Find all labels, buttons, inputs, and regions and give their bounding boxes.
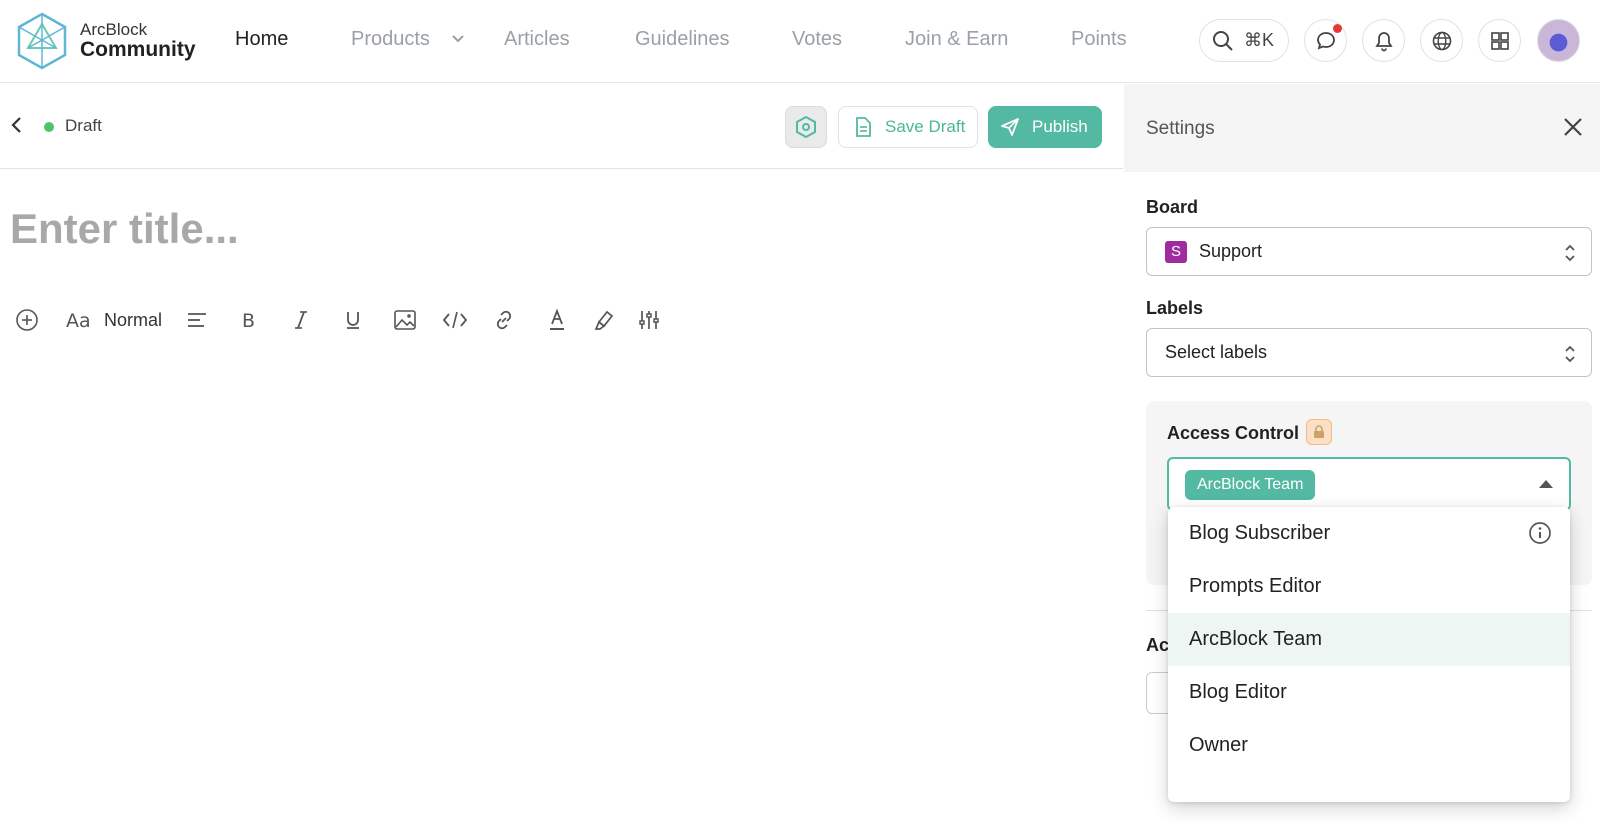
- messages-button[interactable]: [1304, 19, 1347, 62]
- access-control-title: Access Control: [1167, 423, 1300, 443]
- lock-icon: [1306, 419, 1332, 445]
- avatar[interactable]: [1537, 19, 1580, 62]
- italic-icon[interactable]: [288, 307, 314, 333]
- caret-up-icon[interactable]: [1539, 480, 1553, 488]
- selected-role-chip[interactable]: ArcBlock Team: [1185, 470, 1316, 500]
- bell-icon: [1374, 31, 1393, 51]
- settings-toggle-button[interactable]: [785, 106, 827, 148]
- search-icon: [1213, 30, 1233, 51]
- apps-button[interactable]: [1478, 19, 1521, 62]
- back-arrow-icon[interactable]: [8, 114, 26, 136]
- nav-item-join-earn[interactable]: Join & Earn: [905, 28, 1008, 51]
- dropdown-option[interactable]: Owner: [1168, 719, 1570, 772]
- svg-text:B: B: [242, 310, 255, 331]
- labels-placeholder: Select labels: [1165, 342, 1268, 362]
- notifications-button[interactable]: [1362, 19, 1405, 62]
- save-draft-button[interactable]: Save Draft: [838, 106, 978, 148]
- section-label-partial: Ac: [1146, 635, 1170, 655]
- link-icon[interactable]: [491, 307, 517, 333]
- search-shortcut: ⌘K: [1244, 30, 1275, 50]
- grid-icon: [1490, 31, 1509, 50]
- board-value: Support: [1199, 241, 1263, 261]
- code-icon[interactable]: [442, 307, 468, 333]
- board-label: Board: [1146, 197, 1199, 217]
- underline-icon[interactable]: [340, 307, 366, 333]
- search-button[interactable]: ⌘K: [1199, 19, 1289, 62]
- chevron-down-icon[interactable]: [451, 32, 465, 46]
- settings-header: Settings: [1124, 84, 1600, 172]
- logo-text-top: ArcBlock: [80, 20, 148, 40]
- logo[interactable]: ArcBlock Community: [16, 12, 196, 70]
- dropdown-option[interactable]: Prompts Editor: [1168, 560, 1570, 613]
- updown-chevron-icon: [1565, 244, 1575, 262]
- globe-icon: [1432, 31, 1451, 50]
- top-navigation: ArcBlock Community Home Products Article…: [0, 0, 1600, 83]
- language-button[interactable]: [1420, 19, 1463, 62]
- close-icon[interactable]: [1560, 114, 1586, 140]
- editor-header: Draft Save Draft Publish: [0, 84, 1123, 169]
- align-left-icon[interactable]: [184, 307, 210, 333]
- option-label: Owner: [1189, 734, 1248, 756]
- text-style-icon[interactable]: Aa: [66, 307, 94, 333]
- settings-title: Settings: [1146, 118, 1215, 139]
- nav-item-home[interactable]: Home: [235, 28, 288, 51]
- arcblock-logo-icon: [17, 12, 67, 70]
- labels-select[interactable]: Select labels: [1146, 328, 1592, 377]
- bold-icon[interactable]: B: [236, 307, 262, 333]
- labels-label: Labels: [1146, 298, 1204, 318]
- nav-item-votes[interactable]: Votes: [792, 28, 842, 51]
- text-style-select[interactable]: Normal: [104, 310, 162, 331]
- board-badge: S: [1165, 240, 1187, 263]
- title-input[interactable]: Enter title...: [10, 205, 239, 253]
- board-select[interactable]: S Support: [1146, 227, 1592, 276]
- insert-plus-icon[interactable]: [14, 307, 40, 333]
- option-label: Prompts Editor: [1189, 575, 1322, 597]
- dropdown-option[interactable]: Blog Subscriber: [1168, 507, 1570, 560]
- option-label: Blog Subscriber: [1189, 522, 1331, 544]
- chat-icon: [1316, 31, 1335, 49]
- font-color-icon[interactable]: [544, 307, 570, 333]
- logo-text-bottom: Community: [80, 37, 196, 61]
- highlight-icon[interactable]: [590, 307, 616, 333]
- publish-label: Publish: [1032, 117, 1088, 136]
- send-icon: [1001, 118, 1019, 136]
- image-icon[interactable]: [392, 307, 418, 333]
- status-dot: [44, 122, 54, 132]
- nav-item-products[interactable]: Products: [351, 28, 430, 51]
- dropdown-option-highlighted[interactable]: ArcBlock Team: [1168, 613, 1570, 666]
- role-dropdown-menu: Blog Subscriber Prompts Editor ArcBlock …: [1168, 507, 1570, 802]
- nav-item-articles[interactable]: Articles: [504, 28, 570, 51]
- info-icon[interactable]: [1528, 521, 1552, 545]
- hexagon-settings-icon: [796, 115, 816, 139]
- option-label: Blog Editor: [1189, 681, 1287, 703]
- nav-item-guidelines[interactable]: Guidelines: [635, 28, 730, 51]
- svg-text:Aa: Aa: [66, 310, 91, 332]
- settings-sliders-icon[interactable]: [636, 307, 662, 333]
- updown-chevron-icon: [1565, 345, 1575, 363]
- notification-dot: [1333, 24, 1342, 33]
- option-label: ArcBlock Team: [1189, 628, 1323, 650]
- dropdown-option[interactable]: Blog Editor: [1168, 666, 1570, 719]
- access-control-select[interactable]: ArcBlock Team: [1167, 457, 1571, 511]
- document-icon: [856, 117, 871, 137]
- publish-button[interactable]: Publish: [988, 106, 1102, 148]
- nav-item-points[interactable]: Points: [1071, 28, 1127, 51]
- save-draft-label: Save Draft: [885, 117, 966, 136]
- status-text: Draft: [65, 116, 102, 135]
